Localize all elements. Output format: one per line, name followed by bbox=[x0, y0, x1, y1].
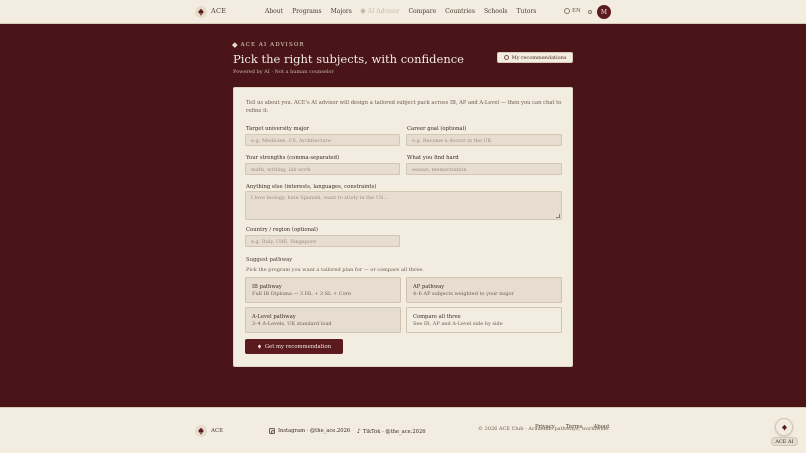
spade-logo-icon[interactable] bbox=[195, 6, 207, 18]
pathway-option-compare-all[interactable]: Compare all three See IB, AP and A-Level… bbox=[406, 307, 562, 333]
copyright: © 2026 ACE Club · Academic pathways, wor… bbox=[478, 426, 610, 432]
tiktok-icon: ♪ bbox=[357, 428, 361, 435]
spade-icon bbox=[257, 344, 261, 349]
avatar[interactable]: M bbox=[597, 5, 611, 19]
clock-icon bbox=[503, 55, 509, 60]
form-intro: Tell us about you. ACE's AI advisor will… bbox=[246, 100, 562, 114]
my-recommendations-button[interactable]: My recommendations bbox=[497, 52, 573, 63]
pathway-option-a-level[interactable]: A-Level pathway 3–4 A-Levels, UK standar… bbox=[245, 307, 401, 333]
nav-link-schools[interactable]: Schools bbox=[484, 8, 508, 15]
diamond-icon bbox=[359, 8, 366, 14]
eyebrow-text: ACE AI ADVISOR bbox=[240, 42, 305, 48]
eyebrow: ACE AI ADVISOR bbox=[232, 42, 305, 48]
nav-links: About Programs Majors AI Advisor Compare… bbox=[265, 8, 545, 15]
theme-toggle-icon[interactable] bbox=[588, 10, 592, 14]
hard-label: What you find hard bbox=[407, 155, 459, 161]
nav-link-ai-advisor[interactable]: AI Advisor bbox=[359, 7, 400, 15]
instagram-link[interactable]: Instagram · @the_ace.2026 bbox=[269, 428, 351, 435]
get-recommendation-button[interactable]: Get my recommendation bbox=[245, 339, 343, 354]
globe-icon bbox=[564, 7, 570, 14]
page-title: Pick the right subjects, with confidence bbox=[233, 52, 464, 66]
instagram-handle: Instagram · @the_ace.2026 bbox=[278, 428, 351, 434]
anything-else-placeholder: I love biology, hate Spanish, want to st… bbox=[251, 195, 389, 202]
pathway-option-desc: 4–6 AP subjects weighted to your major bbox=[413, 290, 514, 297]
spade-icon bbox=[781, 424, 787, 430]
nav-link-ai-advisor-label: AI Advisor bbox=[367, 7, 400, 15]
strengths-label: Your strengths (comma-separated) bbox=[246, 155, 340, 161]
pathway-option-ib[interactable]: IB pathway Full IB Diploma — 3 HL + 3 SL… bbox=[245, 277, 401, 303]
major-label: Target university major bbox=[246, 126, 310, 132]
strengths-input[interactable]: math, writing, lab work bbox=[245, 163, 400, 175]
top-nav: ACE About Programs Majors AI Advisor Com… bbox=[0, 0, 806, 24]
advisor-form-card: Tell us about you. ACE's AI advisor will… bbox=[233, 87, 573, 367]
language-switcher[interactable]: EN bbox=[564, 7, 581, 14]
nav-link-about[interactable]: About bbox=[265, 8, 283, 15]
pathway-option-title: A-Level pathway bbox=[252, 314, 296, 320]
resize-handle-icon[interactable] bbox=[555, 213, 560, 218]
career-label: Career goal (optional) bbox=[407, 126, 467, 132]
spade-logo-icon[interactable] bbox=[195, 425, 207, 437]
pathway-option-title: IB pathway bbox=[252, 284, 282, 290]
get-recommendation-label: Get my recommendation bbox=[264, 343, 332, 350]
country-input[interactable]: e.g. Italy, UAE, Singapore bbox=[245, 235, 400, 247]
nav-link-compare[interactable]: Compare bbox=[408, 8, 436, 15]
pathway-option-ap[interactable]: AP pathway 4–6 AP subjects weighted to y… bbox=[406, 277, 562, 303]
pathway-option-title: AP pathway bbox=[413, 284, 445, 290]
pathway-option-title: Compare all three bbox=[413, 314, 461, 320]
powered-by-note: Powered by AI · Not a human counselor bbox=[233, 68, 334, 75]
major-input[interactable]: e.g. Medicine, CS, Architecture bbox=[245, 134, 400, 146]
diamond-icon bbox=[232, 42, 238, 48]
brand-name[interactable]: ACE bbox=[211, 7, 226, 15]
nav-link-majors[interactable]: Majors bbox=[331, 8, 352, 15]
pathway-option-desc: Full IB Diploma — 3 HL + 3 SL + Core bbox=[252, 290, 351, 297]
nav-link-tutors[interactable]: Tutors bbox=[517, 8, 537, 15]
pathway-label: Suggest pathway bbox=[246, 257, 293, 263]
anything-else-textarea[interactable]: I love biology, hate Spanish, want to st… bbox=[245, 191, 562, 220]
my-recommendations-label: My recommendations bbox=[511, 54, 567, 61]
pathway-option-desc: 3–4 A-Levels, UK standard load bbox=[252, 320, 332, 327]
footer-brand[interactable]: ACE bbox=[211, 428, 223, 434]
tiktok-link[interactable]: ♪ TikTok · @the_ace.2026 bbox=[357, 428, 426, 435]
instagram-icon bbox=[269, 428, 276, 435]
nav-link-countries[interactable]: Countries bbox=[445, 8, 475, 15]
nav-link-programs[interactable]: Programs bbox=[292, 8, 322, 15]
country-label: Country / region (optional) bbox=[246, 227, 318, 233]
pathway-option-desc: See IB, AP and A-Level side by side bbox=[413, 320, 503, 327]
hard-input[interactable]: essays, memorization bbox=[406, 163, 562, 175]
language-label: EN bbox=[572, 7, 581, 14]
tiktok-handle: TikTok · @the_ace.2026 bbox=[362, 428, 426, 435]
anything-else-label: Anything else (interests, languages, con… bbox=[246, 184, 377, 190]
career-input[interactable]: e.g. Become a doctor in the UK bbox=[406, 134, 562, 146]
ai-chat-label[interactable]: ACE AI bbox=[771, 437, 798, 446]
pathway-subtext: Pick the program you want a tailored pla… bbox=[246, 267, 424, 273]
footer: ACE Instagram · @the_ace.2026 ♪ TikTok ·… bbox=[0, 407, 806, 453]
ai-chat-button[interactable] bbox=[775, 418, 793, 436]
